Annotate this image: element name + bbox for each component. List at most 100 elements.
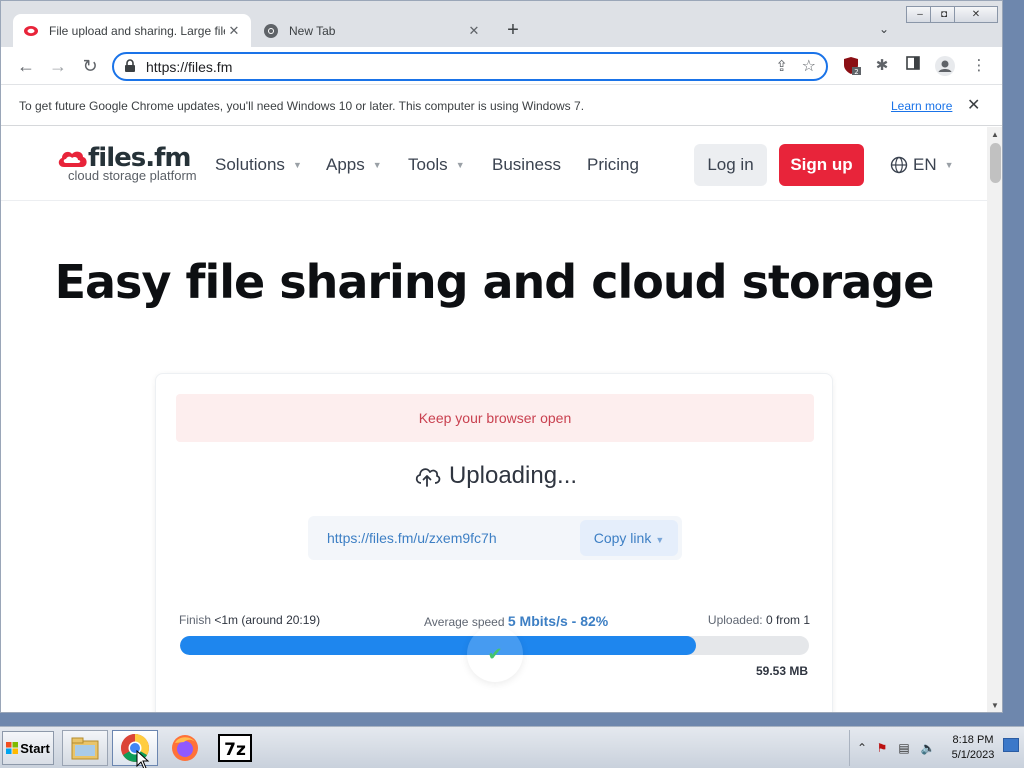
- clock-date: 5/1/2023: [951, 749, 995, 761]
- tab-new-tab[interactable]: New Tab ✕: [253, 14, 491, 47]
- nav-solutions[interactable]: Solutions ▼: [215, 155, 302, 175]
- nav-label: Apps: [326, 155, 365, 174]
- keep-browser-open-notice: Keep your browser open: [176, 394, 814, 442]
- clock-time: 8:18 PM: [952, 734, 994, 746]
- signup-button[interactable]: Sign up: [779, 144, 864, 186]
- files-fm-logo[interactable]: files.fm cloud storage platform: [56, 143, 197, 185]
- firefox-icon: [172, 735, 198, 761]
- new-tab-button[interactable]: +: [501, 20, 525, 42]
- ublock-extension-icon[interactable]: 2: [842, 56, 862, 76]
- caret-down-icon: ▼: [292, 160, 302, 170]
- login-button[interactable]: Log in: [694, 144, 767, 186]
- average-speed: Average speed 5 Mbits/s - 82%: [424, 613, 608, 629]
- menu-kebab-icon[interactable]: ⋮: [969, 56, 989, 76]
- taskbar-firefox[interactable]: [162, 730, 208, 766]
- close-window-button[interactable]: ✕: [954, 6, 998, 23]
- volume-icon[interactable]: 🔈: [920, 741, 936, 755]
- language-label: EN: [913, 155, 937, 174]
- tab-search-chevron-icon[interactable]: ⌄: [875, 22, 893, 40]
- clock[interactable]: 8:18 PM 5/1/2023: [948, 733, 998, 763]
- show-hidden-icons-icon[interactable]: ⌃: [854, 741, 870, 755]
- uploaded-count: Uploaded: 0 from 1: [708, 613, 810, 627]
- scroll-up-arrow-icon[interactable]: ▲: [991, 130, 999, 139]
- nav-label: Tools: [408, 155, 448, 174]
- taskbar: Start 7z ⌃ ⚑ ▤ 🔈 8:18 PM 5/1/2023: [0, 726, 1024, 768]
- nav-business[interactable]: Business: [492, 155, 561, 175]
- scroll-down-arrow-icon[interactable]: ▼: [991, 701, 999, 710]
- tab-title: File upload and sharing. Large file tran…: [49, 23, 225, 38]
- profile-avatar-icon[interactable]: [935, 56, 955, 76]
- reload-icon[interactable]: ↻: [79, 55, 101, 77]
- upload-size: 59.53 MB: [755, 664, 808, 678]
- tab-files-fm[interactable]: File upload and sharing. Large file tran…: [13, 14, 251, 47]
- start-button[interactable]: Start: [2, 731, 54, 765]
- lock-icon: [124, 59, 138, 73]
- cloud-upload-icon: [415, 468, 441, 487]
- share-link[interactable]: https://files.fm/u/zxem9fc7h: [327, 530, 497, 546]
- logo-tagline: cloud storage platform: [68, 168, 197, 183]
- finish-label: Finish: [179, 613, 212, 627]
- extensions-puzzle-icon[interactable]: ✱: [872, 56, 892, 76]
- browser-window: File upload and sharing. Large file tran…: [0, 0, 1003, 713]
- tab-close-icon[interactable]: ✕: [465, 23, 483, 39]
- uploaded-label: Uploaded:: [707, 613, 763, 627]
- 7zip-icon: 7z: [218, 734, 252, 762]
- site-header: files.fm cloud storage platform Solution…: [1, 127, 987, 201]
- network-icon[interactable]: ▤: [896, 741, 912, 755]
- svg-text:7z: 7z: [224, 740, 246, 760]
- start-label: Start: [20, 740, 50, 756]
- tab-title: New Tab: [289, 23, 336, 38]
- hero-title: Easy file sharing and cloud storage: [54, 255, 935, 309]
- mouse-cursor-icon: [136, 750, 150, 768]
- copy-link-button[interactable]: Copy link ▼: [580, 520, 678, 556]
- nav-label: Solutions: [215, 155, 285, 174]
- nav-label: Business: [492, 155, 561, 174]
- extension-badge: 2: [854, 68, 858, 76]
- files-fm-favicon-icon: [23, 23, 39, 39]
- learn-more-link[interactable]: Learn more: [891, 99, 952, 113]
- chrome-favicon-icon: [263, 23, 279, 39]
- nav-pricing[interactable]: Pricing: [587, 155, 639, 175]
- nav-tools[interactable]: Tools ▼: [408, 155, 465, 175]
- folder-icon: [71, 737, 99, 760]
- address-text: https://files.fm: [146, 59, 233, 75]
- upload-status-text: Uploading...: [448, 462, 578, 489]
- globe-icon: [890, 156, 908, 174]
- upload-status: Uploading...: [156, 462, 834, 490]
- upload-card: Keep your browser open Uploading... http…: [155, 373, 834, 712]
- taskbar-7zip[interactable]: 7z: [212, 730, 258, 766]
- share-icon[interactable]: ⇪: [775, 57, 788, 75]
- infobar-message: To get future Google Chrome updates, you…: [19, 99, 585, 113]
- show-desktop-button[interactable]: [1003, 738, 1019, 752]
- nav-label: Pricing: [587, 155, 639, 174]
- finish-value: <1m (around 20:19): [214, 613, 321, 627]
- tab-strip: File upload and sharing. Large file tran…: [1, 1, 1002, 47]
- taskbar-chrome[interactable]: [112, 730, 158, 766]
- tab-close-icon[interactable]: ✕: [225, 23, 243, 39]
- update-infobar: To get future Google Chrome updates, you…: [1, 86, 1002, 126]
- forward-arrow-icon[interactable]: →: [47, 55, 69, 77]
- caret-down-icon: ▼: [944, 160, 954, 170]
- windows-flag-icon: [6, 742, 19, 754]
- nav-apps[interactable]: Apps ▼: [326, 155, 382, 175]
- address-bar[interactable]: https://files.fm ⇪ ☆: [112, 52, 828, 81]
- page-viewport: files.fm cloud storage platform Solution…: [1, 127, 987, 712]
- finish-estimate: Finish <1m (around 20:19): [179, 613, 320, 627]
- infobar-close-icon[interactable]: ✕: [967, 95, 980, 115]
- taskbar-explorer[interactable]: [62, 730, 108, 766]
- action-center-flag-icon[interactable]: ⚑: [874, 741, 890, 755]
- back-arrow-icon[interactable]: ←: [15, 55, 37, 77]
- speed-value: 5 Mbits/s - 82%: [507, 613, 609, 629]
- upload-progress-fill: [180, 636, 696, 655]
- side-panel-icon[interactable]: [903, 56, 923, 76]
- bookmark-star-icon[interactable]: ☆: [802, 56, 816, 76]
- checkmark-icon: ✔: [467, 626, 523, 682]
- scrollbar-thumb[interactable]: [990, 143, 1001, 183]
- uploaded-value: 0 from 1: [765, 613, 810, 627]
- caret-down-icon: ▼: [655, 535, 665, 545]
- caret-down-icon: ▼: [455, 160, 465, 170]
- copy-link-label: Copy link: [593, 530, 652, 546]
- caret-down-icon: ▼: [372, 160, 382, 170]
- page-scrollbar[interactable]: ▲ ▼: [987, 127, 1002, 712]
- language-selector[interactable]: EN ▼: [890, 155, 954, 175]
